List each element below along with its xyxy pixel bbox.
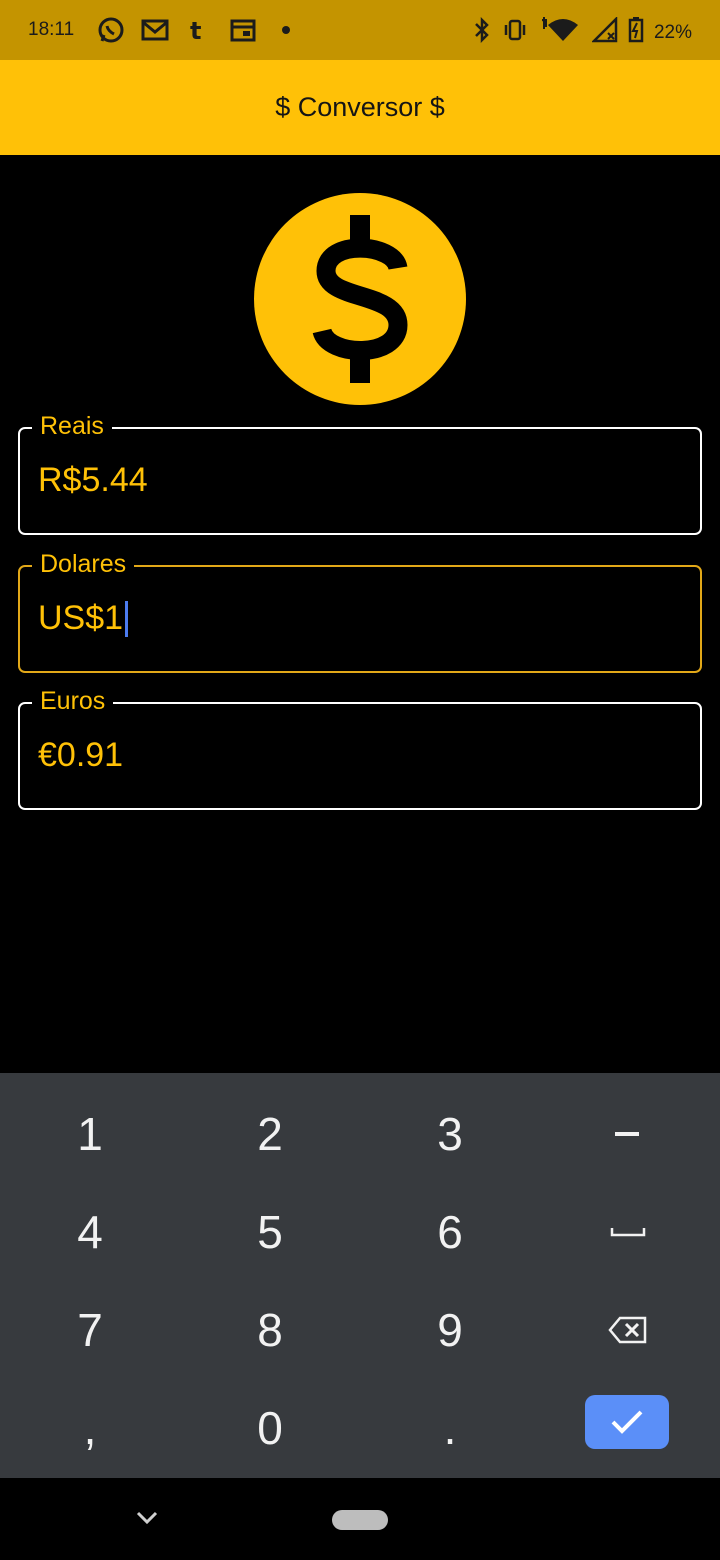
app-title: $ Conversor $ (275, 92, 445, 122)
whatsapp-icon (96, 14, 126, 46)
key-space[interactable] (538, 1183, 718, 1281)
chevron-down-icon[interactable] (134, 1506, 160, 1535)
key-8[interactable]: 8 (180, 1281, 360, 1379)
check-icon (611, 1410, 643, 1434)
key-9[interactable]: 9 (360, 1281, 540, 1379)
bluetooth-icon (472, 16, 492, 49)
battery-icon (628, 17, 644, 49)
status-time: 18:11 (28, 19, 75, 40)
space-icon (610, 1228, 646, 1237)
text-caret (125, 600, 129, 637)
key-minus[interactable] (538, 1085, 718, 1183)
svg-text:t: t (190, 17, 201, 45)
tumblr-icon: t (186, 14, 210, 46)
done-button[interactable] (585, 1395, 669, 1449)
reais-label: Reais (32, 412, 112, 441)
vibrate-icon (502, 17, 528, 49)
signal-icon (590, 15, 618, 49)
euros-field[interactable]: Euros €0.91 (18, 687, 702, 810)
dolares-field[interactable]: Dolares US$1 (18, 550, 702, 673)
reais-field[interactable]: Reais R$5.44 (18, 412, 702, 535)
key-0[interactable]: 0 (180, 1379, 360, 1477)
key-6[interactable]: 6 (360, 1183, 540, 1281)
key-period[interactable]: . (360, 1379, 540, 1477)
key-3[interactable]: 3 (360, 1085, 540, 1183)
minus-icon (615, 1132, 639, 1136)
key-1[interactable]: 1 (0, 1085, 180, 1183)
key-7[interactable]: 7 (0, 1281, 180, 1379)
status-bar: 18:11 t 22% (0, 0, 720, 60)
dolares-value: US$1 (38, 599, 124, 637)
dolares-label: Dolares (32, 550, 135, 579)
key-2[interactable]: 2 (180, 1085, 360, 1183)
calendar-icon (228, 14, 258, 46)
reais-value[interactable]: R$5.44 (38, 461, 148, 500)
dolares-input[interactable]: US$1 (38, 599, 129, 638)
home-pill[interactable] (332, 1510, 388, 1535)
euros-value[interactable]: €0.91 (38, 736, 123, 775)
backspace-icon (608, 1316, 647, 1344)
euros-label: Euros (32, 687, 114, 716)
key-5[interactable]: 5 (180, 1183, 360, 1281)
app-bar: $ Conversor $ (0, 60, 720, 155)
dollar-coin-icon (254, 193, 466, 405)
key-backspace[interactable] (538, 1281, 718, 1379)
wifi-icon (538, 17, 582, 49)
gmail-icon (140, 14, 170, 46)
more-dot-icon (280, 14, 292, 46)
key-comma[interactable]: , (0, 1379, 180, 1477)
numeric-keyboard: 1 2 3 4 5 6 7 8 9 , 0 . (0, 1073, 720, 1478)
key-4[interactable]: 4 (0, 1183, 180, 1281)
battery-percent: 22% (653, 22, 692, 43)
